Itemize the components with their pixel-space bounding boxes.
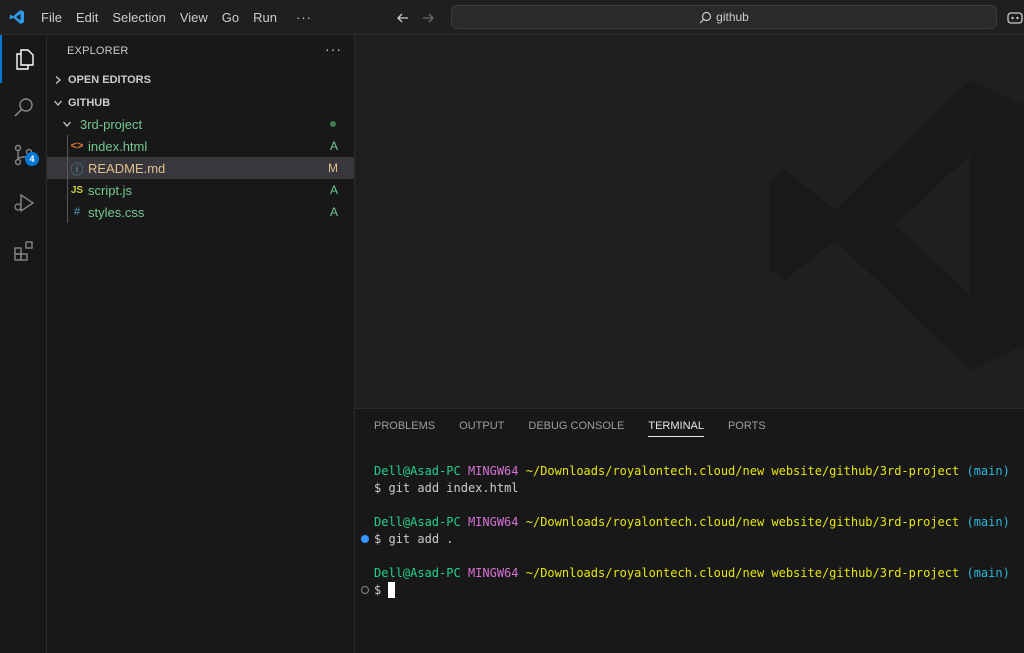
terminal-command-line: $ git add .: [374, 532, 454, 546]
git-status-modified: M: [328, 161, 338, 175]
file-index-html[interactable]: <> index.html A: [47, 135, 354, 157]
title-bar: File Edit Selection View Go Run ··· gith…: [0, 0, 1024, 35]
extensions-icon[interactable]: [0, 227, 47, 275]
activity-bar: 4: [0, 35, 47, 653]
chevron-down-icon: [62, 119, 76, 129]
js-file-icon: JS: [70, 184, 84, 196]
terminal-prompt-line: Dell@Asad-PC MINGW64 ~/Downloads/royalon…: [374, 464, 1010, 478]
run-debug-icon[interactable]: [0, 179, 47, 227]
file-name: styles.css: [88, 204, 145, 220]
terminal-prompt-line: Dell@Asad-PC MINGW64 ~/Downloads/royalon…: [374, 566, 1010, 580]
editor-area[interactable]: [355, 35, 1024, 408]
terminal-command-line: $ git add index.html: [374, 481, 519, 495]
file-script-js[interactable]: JS script.js A: [47, 179, 354, 201]
explorer-icon[interactable]: [0, 35, 47, 83]
chevron-right-icon: [48, 75, 68, 85]
back-arrow-icon[interactable]: [393, 8, 413, 28]
open-editors-section[interactable]: OPEN EDITORS: [47, 69, 354, 91]
command-success-decoration[interactable]: [361, 535, 369, 543]
tab-debug-console[interactable]: DEBUG CONSOLE: [528, 420, 624, 437]
vscode-logo-icon: [0, 0, 34, 35]
panel-tabs: PROBLEMS OUTPUT DEBUG CONSOLE TERMINAL P…: [374, 420, 790, 437]
menu-view[interactable]: View: [175, 0, 213, 35]
terminal-prompt-line: Dell@Asad-PC MINGW64 ~/Downloads/royalon…: [374, 515, 1010, 529]
file-name: index.html: [88, 138, 148, 154]
html-file-icon: <>: [70, 140, 84, 152]
explorer-more-button[interactable]: ···: [325, 41, 342, 57]
open-editors-label: OPEN EDITORS: [68, 74, 151, 86]
folder-changes-dot: [330, 121, 336, 127]
tab-ports[interactable]: PORTS: [728, 420, 766, 437]
menu-edit[interactable]: Edit: [71, 0, 103, 35]
terminal-input-line[interactable]: $: [374, 582, 396, 598]
menu-selection[interactable]: Selection: [107, 0, 170, 35]
chevron-down-icon: [48, 98, 68, 108]
menu-run[interactable]: Run: [248, 0, 282, 35]
vscode-watermark-icon: [755, 75, 1024, 378]
file-readme-md[interactable]: ⓘ README.md M: [47, 157, 354, 179]
file-styles-css[interactable]: # styles.css A: [47, 201, 354, 223]
command-center-text: github: [716, 10, 749, 24]
forward-arrow-icon[interactable]: [418, 8, 438, 28]
file-name: script.js: [88, 182, 133, 198]
tab-output[interactable]: OUTPUT: [459, 420, 504, 437]
command-center-search[interactable]: github: [451, 5, 997, 29]
git-status-added: A: [329, 205, 338, 219]
tab-terminal[interactable]: TERMINAL: [648, 420, 704, 437]
git-status-added: A: [329, 183, 338, 197]
menu-go[interactable]: Go: [217, 0, 244, 35]
bottom-panel: PROBLEMS OUTPUT DEBUG CONSOLE TERMINAL P…: [355, 408, 1024, 653]
tab-problems[interactable]: PROBLEMS: [374, 420, 435, 437]
explorer-sidebar: EXPLORER ··· OPEN EDITORS GITHUB 3rd-pro…: [47, 35, 355, 653]
menu-more-button[interactable]: ···: [286, 0, 322, 35]
folder-3rd-project[interactable]: 3rd-project: [47, 113, 354, 135]
terminal-cursor: [388, 582, 396, 598]
source-control-icon[interactable]: [0, 131, 47, 179]
folder-name: 3rd-project: [80, 116, 143, 132]
git-status-added: A: [329, 139, 338, 153]
search-icon[interactable]: [0, 83, 47, 131]
copilot-icon[interactable]: [1006, 9, 1024, 27]
workspace-label: GITHUB: [68, 97, 111, 109]
explorer-title: EXPLORER: [67, 45, 129, 57]
css-file-icon: #: [73, 206, 81, 218]
source-control-badge: 4: [25, 152, 39, 166]
search-icon: [699, 11, 712, 24]
command-pending-decoration[interactable]: [361, 586, 369, 594]
workspace-section[interactable]: GITHUB: [47, 92, 354, 114]
file-name: README.md: [88, 160, 166, 176]
info-file-icon: ⓘ: [70, 161, 84, 177]
menu-file[interactable]: File: [36, 0, 67, 35]
